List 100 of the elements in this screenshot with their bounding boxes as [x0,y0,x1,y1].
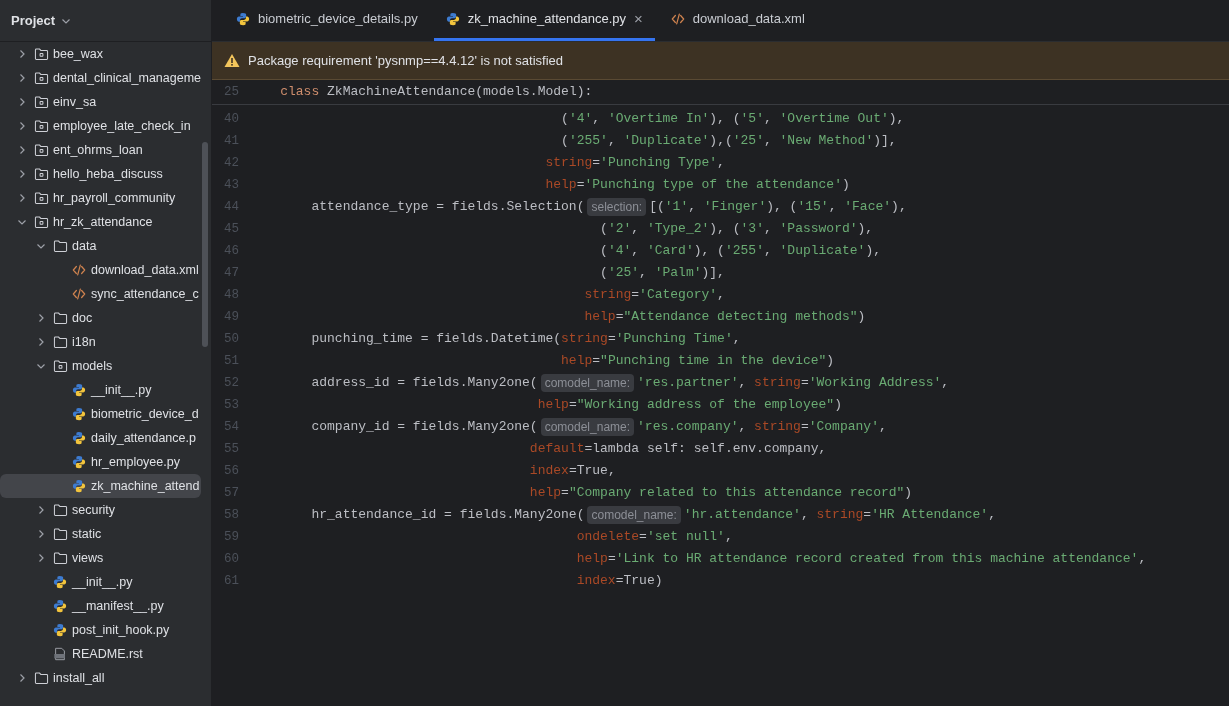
tree-item-label: post_init_hook.py [72,621,170,639]
chevron-right-icon[interactable] [36,553,46,563]
folder-icon [52,527,68,541]
tree-item-label: hello_heba_discuss [53,165,163,183]
code-text: ('4', 'Card'), ('255', 'Duplicate'), [600,242,881,261]
tree-item[interactable]: biometric_device_d [0,402,201,426]
panel-title[interactable]: Project [11,10,56,31]
chevron-right-icon[interactable] [17,145,27,155]
tree-item[interactable]: security [0,498,201,522]
code-text: help='Link to HR attendance record created from this machine attendance', [576,550,1147,569]
tree-item[interactable]: download_data.xml [0,258,201,282]
folder-icon [52,335,68,349]
tree-item[interactable]: hr_payroll_community [0,186,201,210]
tree-item[interactable]: __manifest__.py [0,594,201,618]
tree-item-label: hr_payroll_community [53,189,176,207]
package-folder-icon [33,95,49,109]
tree-item-label: hr_zk_attendance [53,213,153,231]
tree-item[interactable]: install_all [0,666,201,690]
chevron-right-icon[interactable] [17,193,27,203]
code-text: index=True, [529,462,616,481]
code-text: punching_time = fields.Datetime(string='Punching Time', [311,330,741,349]
code-text: attendance_type = fields.Selection( [311,198,585,217]
chevron-right-icon[interactable] [36,337,46,347]
tree-item[interactable]: post_init_hook.py [0,618,201,642]
inlay-hint: selection: [587,198,647,216]
code-text: ('25', 'Palm')], [600,264,725,283]
file-tab[interactable]: biometric_device_details.py [224,0,430,41]
close-icon[interactable]: × [634,7,643,31]
tree-item[interactable]: einv_sa [0,90,201,114]
chevron-right-icon[interactable] [17,121,27,131]
chevron-right-icon[interactable] [17,73,27,83]
code-text: help='Punching type of the attendance') [545,176,850,195]
chevron-right-icon[interactable] [36,313,46,323]
tab-label: zk_machine_attendance.py [467,10,626,29]
tree-item-label: data [72,237,97,255]
tree-item[interactable]: models [0,354,201,378]
tree-item[interactable]: hr_zk_attendance [0,210,201,234]
tree-item[interactable]: __init__.py [0,570,201,594]
tree-item-label: views [72,549,104,567]
tree-item-label: __init__.py [72,573,133,591]
code-text: address_id = fields.Many2one( [311,374,538,393]
warning-icon [224,53,240,68]
code-text: default=lambda self: self.env.company, [529,440,827,459]
python-icon [72,455,86,469]
tree-item-label: sync_attendance_c [91,285,199,303]
tree-item[interactable]: data [0,234,201,258]
tree-item[interactable]: daily_attendance.p [0,426,201,450]
code-text: help="Company related to this attendance record") [529,484,913,503]
tree-item[interactable]: dental_clinical_manageme [0,66,201,90]
tab-label: biometric_device_details.py [258,10,418,29]
package-folder-icon [33,167,49,181]
code-text: ('2', 'Type_2'), ('3', 'Password'), [600,220,874,239]
scrollbar[interactable] [202,142,208,347]
chevron-right-icon[interactable] [17,49,27,59]
tree-item[interactable]: views [0,546,201,570]
code-text: ondelete='set null', [576,528,733,547]
tree-item[interactable]: sync_attendance_c [0,282,201,306]
tree-item[interactable]: hr_employee.py [0,450,201,474]
chevron-right-icon[interactable] [36,505,46,515]
tree-item-label: static [72,525,102,543]
package-folder-icon [33,71,49,85]
chevron-down-icon[interactable] [36,241,46,251]
tree-item[interactable]: doc [0,306,201,330]
package-folder-icon [33,143,49,157]
tree-item[interactable]: hello_heba_discuss [0,162,201,186]
tree-item-label: employee_late_check_in [53,117,191,135]
tree-item-label: security [72,501,116,519]
code-tag-icon [72,287,86,301]
folder-icon [52,311,68,325]
tree-item[interactable]: zk_machine_attend [0,474,201,498]
tree-item-label: hr_employee.py [91,453,180,471]
code-text: help="Working address of the employee") [537,396,842,415]
python-icon [53,623,67,637]
tree-item-label: download_data.xml [91,261,199,279]
code-tag-icon [670,12,685,26]
chevron-right-icon[interactable] [36,529,46,539]
tree-item[interactable]: static [0,522,201,546]
code-text: company_id = fields.Many2one( [311,418,538,437]
chevron-right-icon[interactable] [17,673,27,683]
tree-item[interactable]: employee_late_check_in [0,114,201,138]
folder-icon [33,671,49,685]
tree-item[interactable]: README.rst [0,642,201,666]
tree-item-label: __init__.py [91,381,152,399]
tree-item-label: install_all [53,669,105,687]
tree-item[interactable]: i18n [0,330,201,354]
tree-item[interactable]: bee_wax [0,42,201,66]
python-icon [72,383,86,397]
code-text: index=True) [576,572,663,591]
tree-item-label: bee_wax [53,45,104,63]
tree-item[interactable]: __init__.py [0,378,201,402]
chevron-right-icon[interactable] [17,169,27,179]
chevron-down-icon[interactable] [36,361,46,371]
tree-item-label: i18n [72,333,96,351]
folder-icon [52,239,68,253]
chevron-down-icon[interactable] [17,217,27,227]
chevron-right-icon[interactable] [17,97,27,107]
python-icon [72,407,86,421]
code-text: class ZkMachineAttendance(models.Model): [280,83,593,102]
tree-item[interactable]: ent_ohrms_loan [0,138,201,162]
file-tab[interactable]: download_data.xml [658,0,817,41]
